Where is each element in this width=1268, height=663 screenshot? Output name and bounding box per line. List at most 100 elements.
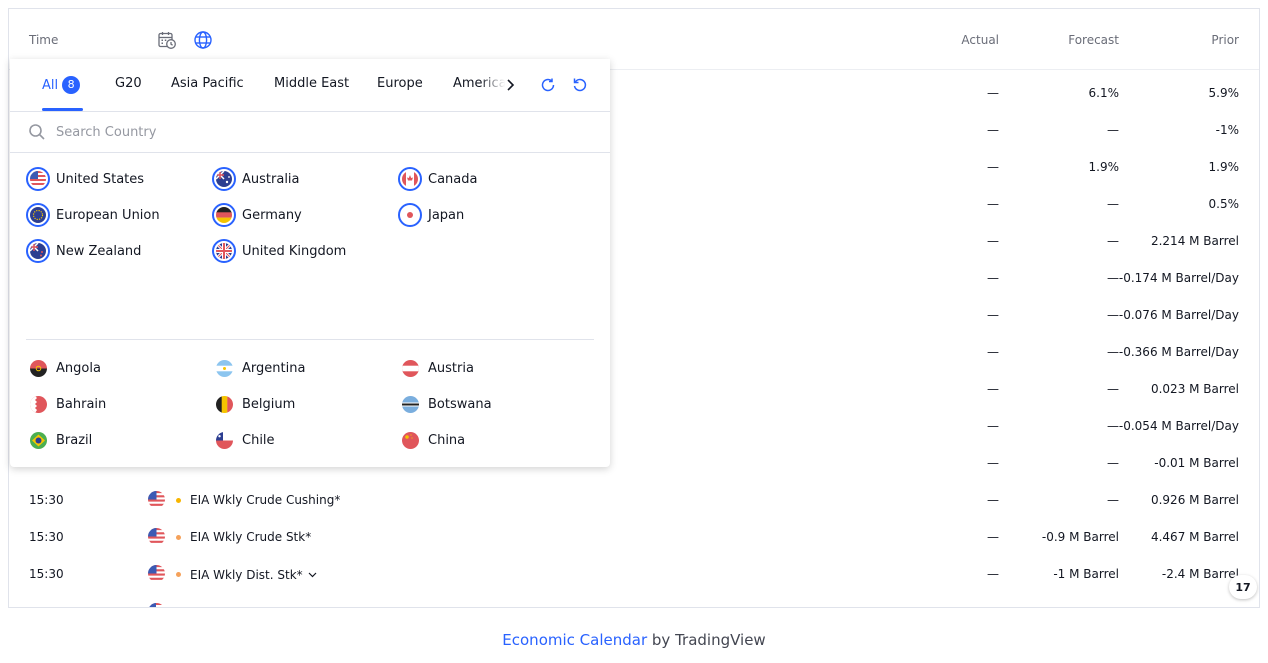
- country-name: New Zealand: [56, 243, 142, 259]
- country-item-new-zealand[interactable]: New Zealand: [26, 239, 141, 263]
- country-item-united-states[interactable]: United States: [26, 167, 144, 191]
- row-actual: —: [987, 123, 999, 137]
- row-actual: —: [987, 382, 999, 396]
- row-actual: —: [987, 345, 999, 359]
- table-row[interactable]: 15:30 EIA Wkly Dist. Stk* — -1 M Barrel -2.4…: [9, 556, 1259, 593]
- row-prior: 2.214 M Barrel: [1150, 234, 1239, 248]
- european-union-flag-icon: [26, 203, 50, 227]
- row-forecast: —: [1107, 197, 1119, 211]
- country-item-czech-republic[interactable]: Czech Republic: [212, 464, 341, 467]
- calendar-clock-icon[interactable]: [156, 29, 178, 51]
- row-prior: -0.054 M Barrel/Day: [1118, 419, 1239, 433]
- country-item-belgium[interactable]: Belgium: [212, 392, 295, 416]
- tab-g20[interactable]: G20: [115, 76, 142, 91]
- country-filter-popup: All 8 G20 Asia Pacific Middle East Europe…: [10, 59, 610, 467]
- country-name: Belgium: [242, 396, 296, 412]
- row-actual: —: [987, 493, 999, 507]
- row-event[interactable]: EIA Wkly Dist. Stk*: [190, 567, 317, 582]
- chile-flag-icon: [216, 431, 233, 449]
- row-actual: —: [987, 530, 999, 544]
- country-item-australia[interactable]: Australia: [212, 167, 300, 191]
- footer: Economic Calendar by TradingView: [0, 631, 1268, 649]
- argentina-flag-icon: [216, 359, 233, 377]
- header-actual: Actual: [961, 33, 999, 47]
- table-row[interactable]: 15:30 EIA Wkly Crude Cushing* — — 0.926 M Ba…: [9, 482, 1259, 519]
- header-prior: Prior: [1211, 33, 1239, 47]
- importance-dot: [176, 572, 181, 577]
- country-item-chile[interactable]: Chile: [212, 428, 275, 452]
- country-item-china[interactable]: China: [398, 428, 465, 452]
- reset-icon[interactable]: [569, 74, 591, 96]
- search-icon: [28, 123, 46, 145]
- row-forecast: 6.1%: [1088, 86, 1120, 100]
- country-item-japan[interactable]: Japan: [398, 203, 464, 227]
- partial-row-flag: [148, 603, 165, 607]
- row-forecast: -1 M Barrel: [1053, 567, 1119, 581]
- botswana-flag-icon: [402, 395, 419, 413]
- chevron-down-icon[interactable]: [308, 567, 317, 581]
- row-event[interactable]: EIA Wkly Crude Cushing*: [190, 493, 340, 507]
- country-item-angola[interactable]: Angola: [26, 356, 101, 380]
- row-prior: -0.366 M Barrel/Day: [1118, 345, 1239, 359]
- list-divider: [26, 339, 594, 340]
- country-item-botswana[interactable]: Botswana: [398, 392, 492, 416]
- us-flag-icon: [148, 528, 165, 545]
- tradingview-logo-badge[interactable]: 17: [1229, 575, 1257, 599]
- country-name: United Kingdom: [242, 243, 347, 259]
- row-actual: —: [987, 456, 999, 470]
- country-item-canada[interactable]: Canada: [398, 167, 477, 191]
- country-name: Chile: [242, 432, 275, 448]
- row-actual: —: [987, 86, 999, 100]
- row-actual: —: [987, 197, 999, 211]
- row-forecast: —: [1107, 382, 1119, 396]
- region-tabs: All 8 G20 Asia Pacific Middle East Europe…: [10, 59, 610, 112]
- row-actual: —: [987, 234, 999, 248]
- row-prior: 5.9%: [1208, 86, 1240, 100]
- country-item-united-kingdom[interactable]: United Kingdom: [212, 239, 346, 263]
- tab-all[interactable]: All 8: [42, 76, 81, 94]
- belgium-flag-icon: [216, 395, 233, 413]
- row-actual: —: [987, 308, 999, 322]
- row-prior: -2.4 M Barrel: [1161, 567, 1239, 581]
- tab-asia-pacific[interactable]: Asia Pacific: [171, 76, 244, 91]
- table-row[interactable]: 15:30 EIA Wkly Crude Stk* — -0.9 M Barrel 4.…: [9, 519, 1259, 556]
- row-time: 15:30: [29, 567, 64, 581]
- row-actual: —: [987, 419, 999, 433]
- row-time: 15:30: [29, 493, 64, 507]
- row-actual: —: [987, 271, 999, 285]
- country-name: European Union: [56, 207, 160, 223]
- row-forecast: —: [1107, 345, 1119, 359]
- tab-europe[interactable]: Europe: [377, 76, 423, 91]
- row-event[interactable]: EIA Wkly Crude Stk*: [190, 530, 311, 544]
- country-name: Austria: [428, 360, 474, 376]
- country-item-denmark[interactable]: Denmark: [398, 464, 488, 467]
- header-time: Time: [29, 33, 59, 47]
- economic-calendar-link[interactable]: Economic Calendar: [502, 631, 647, 649]
- row-prior: -0.174 M Barrel/Day: [1118, 271, 1239, 285]
- country-item-european-union[interactable]: European Union: [26, 203, 160, 227]
- bahrain-flag-icon: [30, 395, 47, 413]
- row-prior: 1.9%: [1208, 160, 1240, 174]
- united-kingdom-flag-icon: [212, 239, 236, 263]
- row-prior: -1%: [1215, 123, 1239, 137]
- japan-flag-icon: [398, 203, 422, 227]
- search-country-input[interactable]: [56, 120, 556, 144]
- country-search: [10, 112, 610, 153]
- selected-count-badge: 8: [62, 76, 81, 94]
- country-item-germany[interactable]: Germany: [212, 203, 302, 227]
- country-item-brazil[interactable]: Brazil: [26, 428, 92, 452]
- tab-middle-east[interactable]: Middle East: [274, 76, 349, 91]
- country-item-colombia[interactable]: Colombia: [26, 464, 117, 467]
- chevron-right-icon[interactable]: [502, 75, 518, 95]
- refresh-icon[interactable]: [537, 74, 559, 96]
- country-item-bahrain[interactable]: Bahrain: [26, 392, 106, 416]
- row-forecast: —: [1107, 308, 1119, 322]
- country-item-argentina[interactable]: Argentina: [212, 356, 305, 380]
- country-item-austria[interactable]: Austria: [398, 356, 474, 380]
- globe-icon[interactable]: [192, 29, 214, 51]
- united-states-flag-icon: [26, 167, 50, 191]
- importance-dot: [176, 498, 181, 503]
- row-forecast: 1.9%: [1088, 160, 1120, 174]
- row-actual: —: [987, 567, 999, 581]
- germany-flag-icon: [212, 203, 236, 227]
